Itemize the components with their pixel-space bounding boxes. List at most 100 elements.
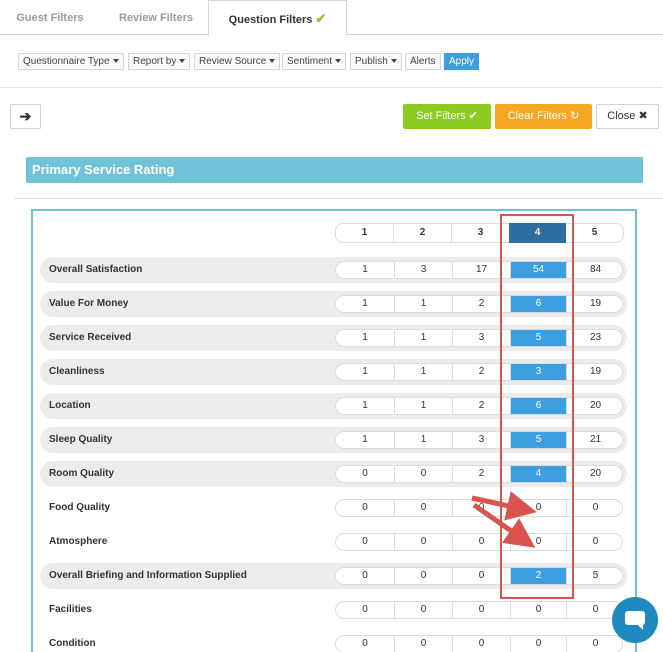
alerts-button[interactable]: Alerts xyxy=(405,53,441,70)
rating-cell[interactable]: 6 xyxy=(510,398,566,414)
chat-button[interactable] xyxy=(612,597,658,643)
rating-cell[interactable]: 1 xyxy=(336,398,394,414)
clear-filters-button[interactable]: Clear Filters ↻ xyxy=(495,104,592,129)
rating-cell[interactable]: 20 xyxy=(566,398,624,414)
rating-cell[interactable]: 19 xyxy=(566,364,624,380)
tab-guest-filters[interactable]: Guest Filters xyxy=(0,0,100,35)
rating-cell[interactable]: 1 xyxy=(336,330,394,346)
rating-cell[interactable]: 4 xyxy=(510,466,566,482)
rating-cell[interactable]: 0 xyxy=(394,636,452,652)
rating-cell[interactable]: 0 xyxy=(510,602,566,618)
rating-cell[interactable]: 3 xyxy=(452,330,510,346)
table-row: Facilities 0 0 0 0 0 xyxy=(40,597,627,623)
expand-arrow-button[interactable]: ➔ xyxy=(10,104,41,129)
tab-label: Guest Filters xyxy=(16,12,84,24)
row-cells: 1 1 2 6 20 xyxy=(335,397,623,415)
rating-cell[interactable]: 0 xyxy=(336,466,394,482)
rating-cell[interactable]: 2 xyxy=(452,466,510,482)
rating-cell[interactable]: 3 xyxy=(394,262,452,278)
row-cells: 1 1 3 5 23 xyxy=(335,329,623,347)
column-header-4[interactable]: 4 xyxy=(509,223,566,243)
dropdown-label: Publish xyxy=(355,56,388,67)
rating-cell[interactable]: 54 xyxy=(510,262,566,278)
caret-down-icon xyxy=(179,59,186,63)
close-button[interactable]: Close ✖ xyxy=(596,104,659,129)
tab-review-filters[interactable]: Review Filters xyxy=(104,0,208,35)
row-label: Atmosphere xyxy=(49,536,108,547)
rating-cell[interactable]: 0 xyxy=(566,534,624,550)
rating-cell[interactable]: 1 xyxy=(336,296,394,312)
tab-question-filters[interactable]: Question Filters ✔ xyxy=(208,0,347,36)
table-row: Cleanliness 1 1 2 3 19 xyxy=(40,359,627,385)
apply-button[interactable]: Apply xyxy=(444,53,480,70)
rating-cell[interactable]: 19 xyxy=(566,296,624,312)
report-by-dropdown[interactable]: Report by xyxy=(128,53,191,70)
rating-cell[interactable]: 5 xyxy=(566,568,624,584)
row-cells: 1 3 17 54 84 xyxy=(335,261,623,279)
rating-cell[interactable]: 1 xyxy=(336,262,394,278)
rating-cell[interactable]: 0 xyxy=(452,534,510,550)
row-cells: 0 0 2 4 20 xyxy=(335,465,623,483)
rating-cell[interactable]: 1 xyxy=(394,296,452,312)
column-header-1[interactable]: 1 xyxy=(335,223,393,243)
rating-cell[interactable]: 0 xyxy=(336,534,394,550)
rating-cell[interactable]: 0 xyxy=(394,466,452,482)
column-header-2[interactable]: 2 xyxy=(393,223,451,243)
rating-cell[interactable]: 21 xyxy=(566,432,624,448)
rating-cell[interactable]: 2 xyxy=(510,568,566,584)
rating-cell[interactable]: 0 xyxy=(394,534,452,550)
rating-cell[interactable]: 6 xyxy=(510,296,566,312)
rating-cell[interactable]: 0 xyxy=(336,602,394,618)
rating-cell[interactable]: 3 xyxy=(452,432,510,448)
row-cells: 00000 xyxy=(335,533,623,551)
rating-cell[interactable]: 1 xyxy=(336,432,394,448)
rating-cell[interactable]: 2 xyxy=(452,364,510,380)
rating-cell[interactable]: 0 xyxy=(452,568,510,584)
column-header-5[interactable]: 5 xyxy=(566,223,624,243)
rating-cell[interactable]: 17 xyxy=(452,262,510,278)
rating-cell[interactable]: 0 xyxy=(394,602,452,618)
row-label: Facilities xyxy=(49,604,92,615)
row-cells: 1 1 2 3 19 xyxy=(335,363,623,381)
rating-cell[interactable]: 2 xyxy=(452,398,510,414)
rating-cell[interactable]: 0 xyxy=(452,636,510,652)
button-label: Close xyxy=(607,110,636,122)
sentiment-dropdown[interactable]: Sentiment xyxy=(282,53,347,70)
rating-cell[interactable]: 3 xyxy=(510,364,566,380)
rating-cell[interactable]: 0 xyxy=(336,568,394,584)
review-source-dropdown[interactable]: Review Source xyxy=(194,53,281,70)
rating-cell[interactable]: 2 xyxy=(452,296,510,312)
rating-cell[interactable]: 0 xyxy=(336,500,394,516)
rating-cell[interactable]: 5 xyxy=(510,330,566,346)
questionnaire-type-dropdown[interactable]: Questionnaire Type xyxy=(18,53,124,70)
row-cells: 00025 xyxy=(335,567,623,585)
rating-cell[interactable]: 0 xyxy=(452,602,510,618)
rating-cell[interactable]: 1 xyxy=(394,398,452,414)
rating-cell[interactable]: 0 xyxy=(510,636,566,652)
rating-cell[interactable]: 0 xyxy=(510,500,566,516)
rating-cell[interactable]: 0 xyxy=(452,500,510,516)
rating-cell[interactable]: 0 xyxy=(394,568,452,584)
rating-cell[interactable]: 20 xyxy=(566,466,624,482)
rating-cell[interactable]: 0 xyxy=(394,500,452,516)
section-title: Primary Service Rating xyxy=(26,157,643,183)
rating-cell[interactable]: 0 xyxy=(566,636,624,652)
button-label: Set Filters xyxy=(416,110,466,122)
publish-dropdown[interactable]: Publish xyxy=(350,53,402,70)
rating-cell[interactable]: 5 xyxy=(510,432,566,448)
table-row: Condition 0 0 0 0 0 xyxy=(40,631,627,652)
rating-cell[interactable]: 1 xyxy=(394,432,452,448)
rating-cell[interactable]: 0 xyxy=(510,534,566,550)
table-row: Service Received 1 1 3 5 23 xyxy=(40,325,627,351)
row-label: Condition xyxy=(49,638,96,649)
column-header-3[interactable]: 3 xyxy=(451,223,509,243)
rating-cell[interactable]: 0 xyxy=(336,636,394,652)
rating-cell[interactable]: 84 xyxy=(566,262,624,278)
set-filters-button[interactable]: Set Filters ✔ xyxy=(403,104,491,129)
rating-cell[interactable]: 0 xyxy=(566,500,624,516)
rating-cell[interactable]: 1 xyxy=(336,364,394,380)
rating-cell[interactable]: 23 xyxy=(566,330,624,346)
rating-cell[interactable]: 1 xyxy=(394,330,452,346)
rating-cell[interactable]: 1 xyxy=(394,364,452,380)
tab-label: Review Filters xyxy=(119,12,193,24)
